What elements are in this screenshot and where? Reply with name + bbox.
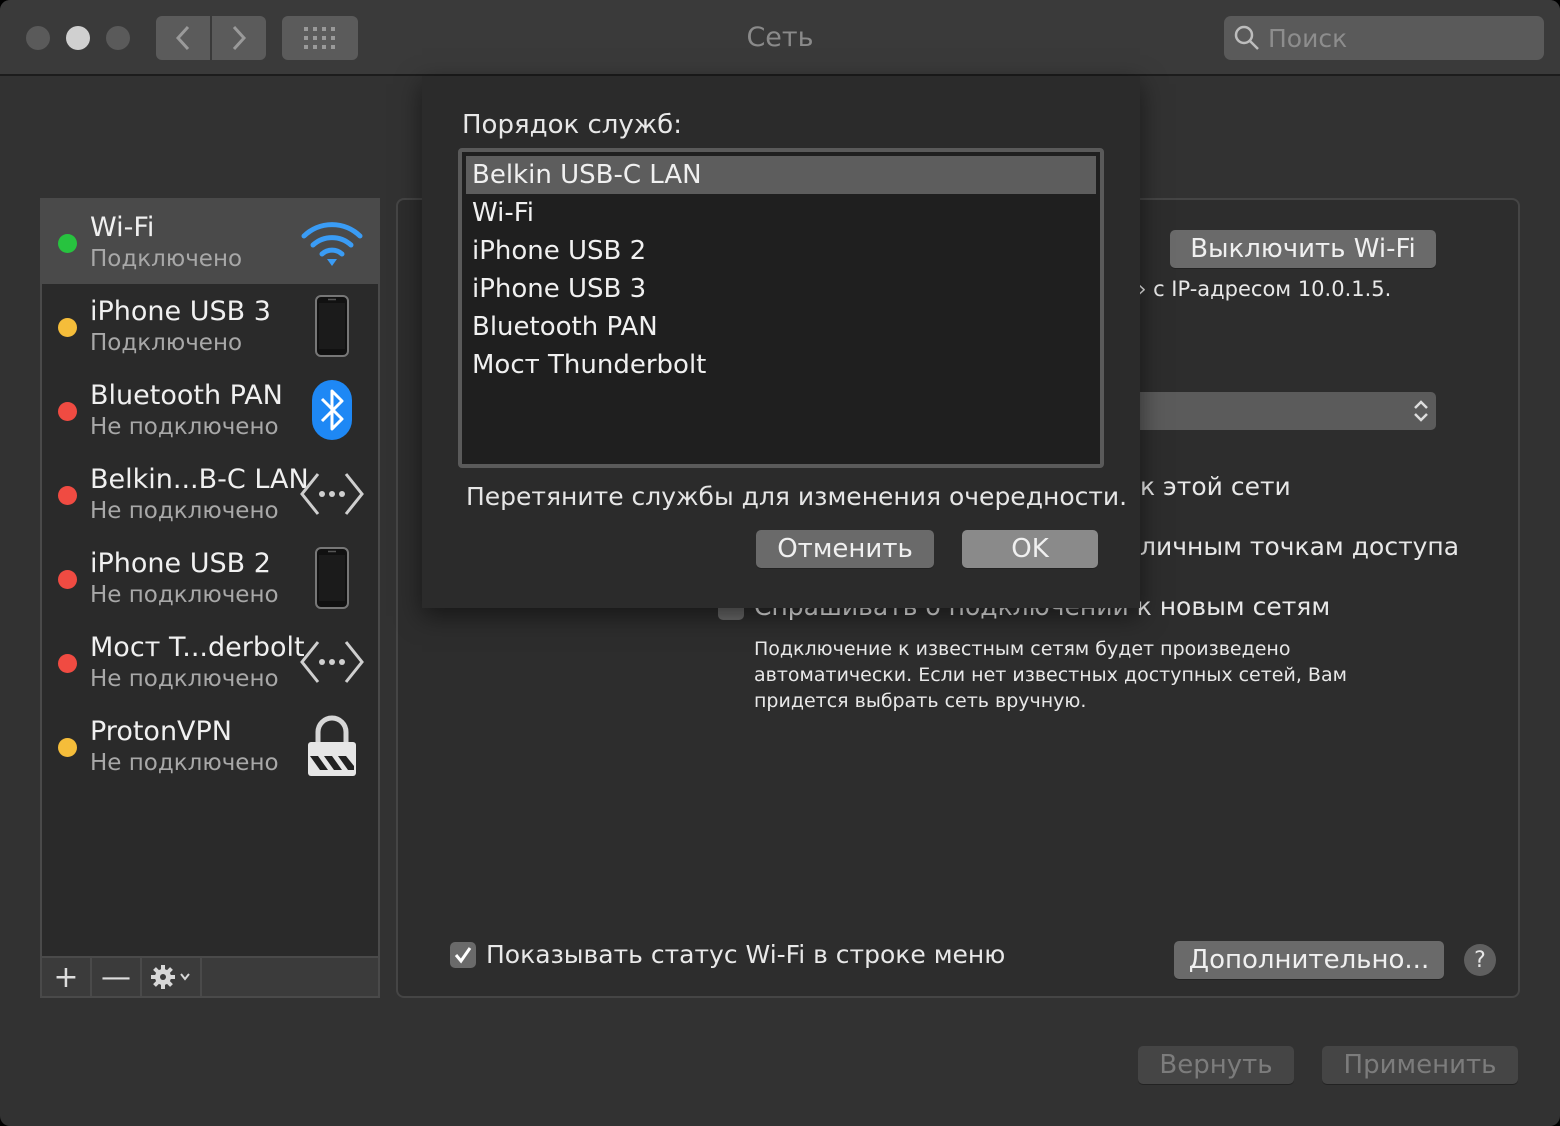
vpn-lock-icon xyxy=(300,714,364,778)
service-item-iphone-usb-2[interactable]: iPhone USB 2 Не подключено xyxy=(42,536,378,620)
apply-button[interactable]: Применить xyxy=(1322,1046,1518,1084)
join-network-text: к этой сети xyxy=(1140,472,1291,501)
drag-hint-text: Перетяните службы для изменения очередно… xyxy=(466,482,1128,511)
cancel-button[interactable]: Отменить xyxy=(756,530,934,568)
service-item-wifi[interactable]: Wi-Fi Подключено xyxy=(42,200,378,284)
service-status: Не подключено xyxy=(90,666,279,692)
list-item[interactable]: Wi-Fi xyxy=(466,194,1096,232)
list-item[interactable]: iPhone USB 2 xyxy=(466,232,1096,270)
status-dot xyxy=(58,234,77,253)
service-list-toolbar: + — xyxy=(40,956,380,998)
description-line: придется выбрать сеть вручную. xyxy=(754,690,1087,712)
status-dot xyxy=(58,318,77,337)
service-order-sheet: Порядок служб: Belkin USB-C LAN Wi-Fi iP… xyxy=(422,76,1140,608)
list-item[interactable]: Bluetooth PAN xyxy=(466,308,1096,346)
description-line: автоматически. Если нет известных доступ… xyxy=(754,664,1347,686)
gear-icon xyxy=(151,965,190,989)
add-service-button[interactable]: + xyxy=(42,958,92,996)
service-name: Bluetooth PAN xyxy=(90,380,283,411)
network-name-popup[interactable] xyxy=(1120,392,1436,430)
search-input[interactable] xyxy=(1268,23,1538,53)
action-menu-button[interactable] xyxy=(142,958,202,996)
list-item[interactable]: Belkin USB-C LAN xyxy=(466,156,1096,194)
turn-off-wifi-button[interactable]: Выключить Wi-Fi xyxy=(1170,230,1436,268)
service-name: ProtonVPN xyxy=(90,716,233,747)
service-name: Мост T...derbolt xyxy=(90,632,305,663)
list-item[interactable]: iPhone USB 3 xyxy=(466,270,1096,308)
bluetooth-icon xyxy=(300,378,364,442)
status-dot xyxy=(58,402,77,421)
service-name: iPhone USB 3 xyxy=(90,296,271,327)
service-item-protonvpn[interactable]: ProtonVPN Не подключено xyxy=(42,704,378,788)
service-status: Не подключено xyxy=(90,414,279,440)
ethernet-arrows-icon xyxy=(300,462,364,526)
help-button[interactable]: ? xyxy=(1464,944,1496,976)
ok-button[interactable]: OK xyxy=(962,530,1098,568)
service-list: Wi-Fi Подключено iPhone USB 3 Подключено xyxy=(40,198,380,958)
service-name: iPhone USB 2 xyxy=(90,548,271,579)
service-status: Подключено xyxy=(90,330,243,356)
status-dot xyxy=(58,570,77,589)
service-status: Не подключено xyxy=(90,582,279,608)
status-dot xyxy=(58,738,77,757)
show-wifi-status-label: Показывать статус Wi-Fi в строке меню xyxy=(486,940,1006,969)
network-preferences-window: Сеть Wi-Fi Подключено iPhone USB 3 xyxy=(0,0,1560,1126)
search-field[interactable] xyxy=(1224,16,1544,60)
service-item-belkin-lan[interactable]: Belkin...B-C LAN Не подключено xyxy=(42,452,378,536)
ip-address-text: › с IP-адресом 10.0.1.5. xyxy=(1138,277,1392,301)
sheet-title: Порядок служб: xyxy=(462,110,682,140)
iphone-icon xyxy=(300,294,364,358)
description-line: Подключение к известным сетям будет прои… xyxy=(754,638,1291,660)
status-dot xyxy=(58,654,77,673)
chevron-updown-icon xyxy=(1414,400,1428,422)
list-item[interactable]: Мост Thunderbolt xyxy=(466,346,1096,384)
checkmark-icon xyxy=(454,947,472,964)
status-dot xyxy=(58,486,77,505)
service-status: Не подключено xyxy=(90,750,279,776)
service-status: Не подключено xyxy=(90,498,279,524)
service-item-bluetooth-pan[interactable]: Bluetooth PAN Не подключено xyxy=(42,368,378,452)
iphone-icon xyxy=(300,546,364,610)
service-order-list: Belkin USB-C LAN Wi-Fi iPhone USB 2 iPho… xyxy=(458,148,1104,468)
hotspots-text: личным точкам доступа xyxy=(1140,532,1460,561)
title-bar: Сеть xyxy=(0,0,1560,76)
service-item-iphone-usb-3[interactable]: iPhone USB 3 Подключено xyxy=(42,284,378,368)
revert-button[interactable]: Вернуть xyxy=(1138,1046,1294,1084)
wifi-icon xyxy=(300,210,364,274)
search-icon xyxy=(1234,25,1259,50)
ethernet-arrows-icon xyxy=(300,630,364,694)
service-name: Belkin...B-C LAN xyxy=(90,464,309,495)
remove-service-button[interactable]: — xyxy=(92,958,142,996)
service-item-thunderbolt-bridge[interactable]: Мост T...derbolt Не подключено xyxy=(42,620,378,704)
service-status: Подключено xyxy=(90,246,243,272)
service-name: Wi-Fi xyxy=(90,212,155,243)
show-wifi-status-checkbox[interactable] xyxy=(450,942,476,968)
advanced-button[interactable]: Дополнительно... xyxy=(1174,941,1444,979)
